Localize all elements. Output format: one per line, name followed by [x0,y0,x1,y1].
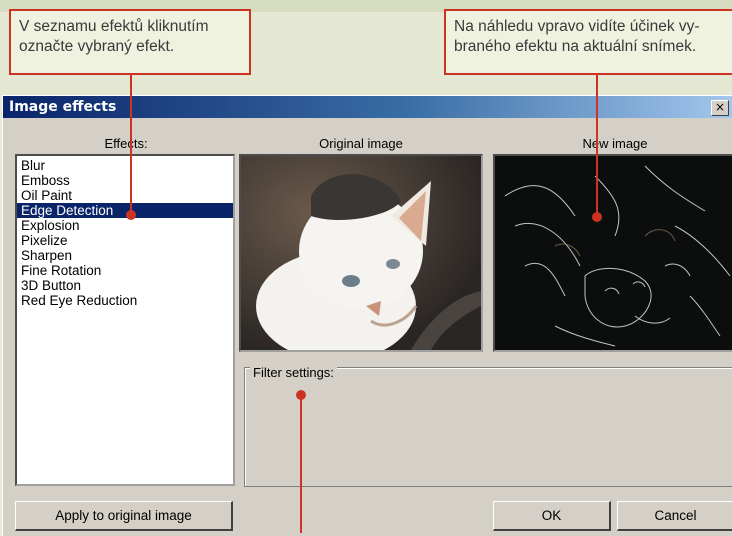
apply-to-original-button[interactable]: Apply to original image [15,501,233,531]
edge-detected-photo [495,156,732,350]
new-image-label: New image [582,136,648,151]
new-image-preview [493,154,732,352]
callout-left-dot [126,210,136,220]
effect-item[interactable]: Oil Paint [17,188,233,203]
kitten-photo [241,156,481,350]
effect-item[interactable]: Fine Rotation [17,263,233,278]
filter-settings-pointer [300,396,302,533]
callout-select-effect: V seznamu efektů kliknutím označte vybra… [9,9,251,75]
effect-item[interactable]: Pixelize [17,233,233,248]
filter-settings-group [244,367,732,487]
callout-right-pointer [596,75,598,215]
effect-item[interactable]: Edge Detection [17,203,233,218]
image-effects-dialog: Image effects × Effects: Original image … [2,95,732,536]
effect-item[interactable]: Blur [17,158,233,173]
effect-item[interactable]: Red Eye Reduction [17,293,233,308]
close-button[interactable]: × [711,100,729,116]
filter-settings-label: Filter settings: [250,365,337,380]
original-image-label: Original image [319,136,403,151]
effects-list[interactable]: Blur Emboss Oil Paint Edge Detection Explosi… [15,154,235,486]
close-icon: × [714,100,726,114]
effects-label: Effects: [104,136,148,151]
cancel-button[interactable]: Cancel [617,501,732,531]
callout-right-dot [592,212,602,222]
effect-item[interactable]: Sharpen [17,248,233,263]
ok-button[interactable]: OK [493,501,611,531]
callout-left-pointer [130,75,132,214]
original-image-preview [239,154,483,352]
title-bar[interactable]: Image effects × [3,96,732,118]
effect-item[interactable]: Explosion [17,218,233,233]
effect-item[interactable]: 3D Button [17,278,233,293]
effect-item[interactable]: Emboss [17,173,233,188]
dialog-title: Image effects [9,99,117,115]
callout-preview-effect: Na náhledu vpravo vidíte účinek vy- bran… [444,9,732,75]
